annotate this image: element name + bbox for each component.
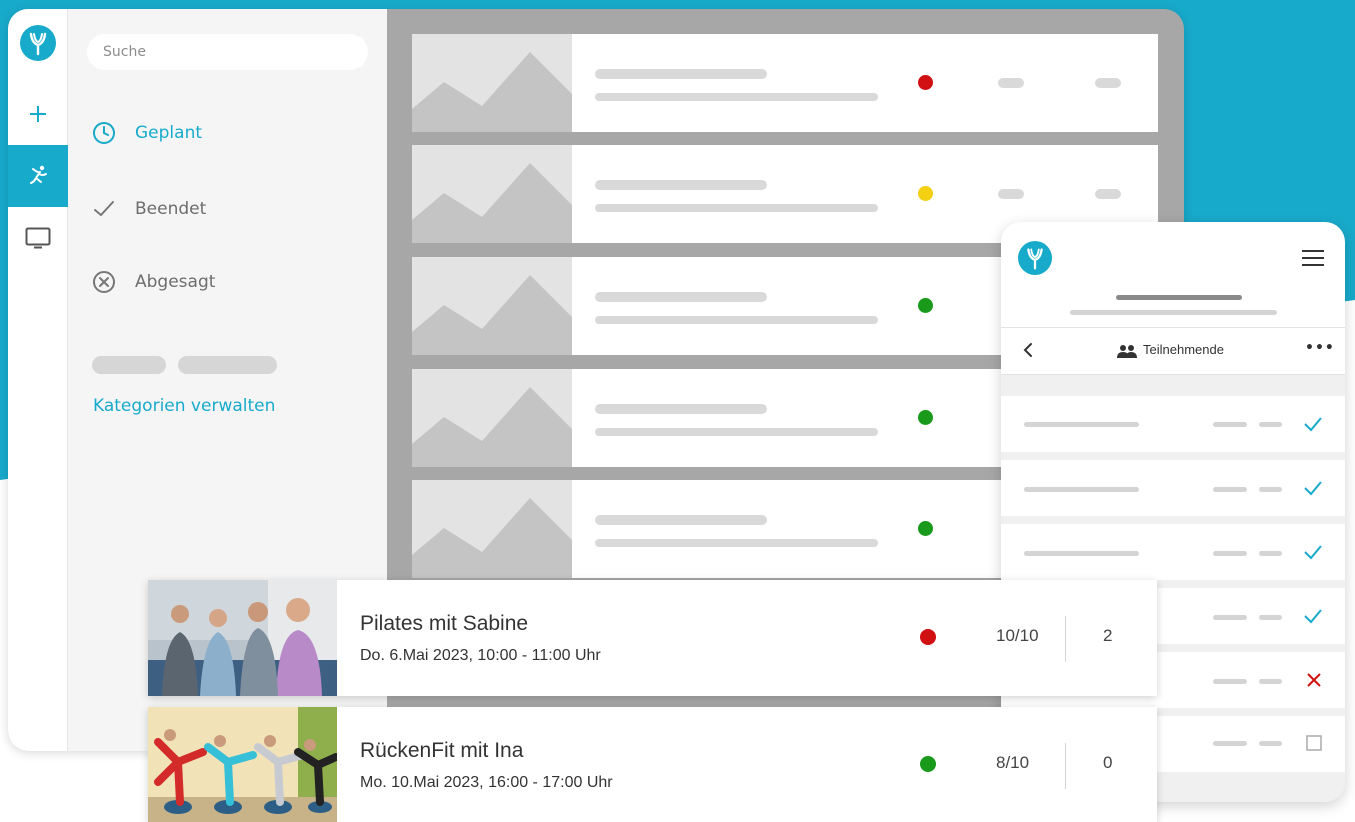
add-button[interactable] (8, 83, 68, 145)
image-placeholder-icon (412, 145, 572, 243)
divider (1065, 743, 1066, 789)
participant-count: 8/10 (996, 753, 1030, 772)
divider (1065, 616, 1066, 662)
nav-item-label: Geplant (135, 123, 203, 143)
status-dot (920, 756, 936, 772)
nav-item-label: Beendet (135, 199, 207, 219)
list-item[interactable] (1001, 396, 1345, 452)
course-card[interactable]: RückenFit mit Ina Mo. 10.Mai 2023, 16:00… (148, 707, 1157, 822)
cross-icon[interactable] (1306, 672, 1322, 688)
check-icon[interactable] (1303, 479, 1323, 497)
check-icon (92, 197, 116, 221)
plus-icon (30, 106, 46, 122)
category-chip[interactable] (92, 356, 166, 374)
status-dot (918, 410, 933, 425)
course-card[interactable]: Pilates mit Sabine Do. 6.Mai 2023, 10:00… (148, 580, 1157, 696)
course-photo (148, 580, 337, 696)
status-dot (918, 75, 933, 90)
status-dot (918, 298, 933, 313)
monitor-icon (25, 227, 51, 249)
category-chip[interactable] (178, 356, 277, 374)
more-icon[interactable]: ••• (1305, 340, 1335, 356)
nav-item-beendet[interactable]: Beendet (92, 194, 206, 224)
course-date: Do. 6.Mai 2023, 10:00 - 11:00 Uhr (360, 647, 601, 664)
check-icon[interactable] (1303, 415, 1323, 433)
image-placeholder-icon (412, 34, 572, 132)
chevron-left-icon[interactable] (1022, 340, 1034, 364)
manage-categories-link[interactable]: Kategorien verwalten (93, 396, 275, 416)
logo-icon[interactable] (1018, 241, 1052, 275)
status-dot (918, 521, 933, 536)
nav-item-abgesagt[interactable]: Abgesagt (92, 267, 215, 297)
image-placeholder-icon (412, 369, 572, 467)
image-placeholder-icon (412, 480, 572, 578)
participant-count: 10/10 (996, 626, 1039, 645)
course-date: Mo. 10.Mai 2023, 16:00 - 17:00 Uhr (360, 774, 613, 791)
hamburger-menu-icon[interactable] (1302, 250, 1324, 266)
participants-toolbar: Teilnehmende ••• (1001, 327, 1345, 375)
waitlist-count: 2 (1103, 626, 1113, 645)
checkbox-icon[interactable] (1306, 735, 1322, 751)
course-photo (148, 707, 337, 822)
list-item[interactable] (412, 34, 1158, 132)
clock-icon (92, 121, 116, 145)
course-title: RückenFit mit Ina (360, 739, 524, 762)
nav-item-geplant[interactable]: Geplant (92, 118, 202, 148)
list-item[interactable] (1001, 460, 1345, 516)
logo-icon[interactable] (20, 25, 56, 61)
nav-item-label: Abgesagt (135, 272, 216, 292)
courses-nav-button[interactable] (8, 145, 68, 207)
activity-icon (30, 165, 47, 184)
search-input[interactable]: Suche (87, 34, 368, 70)
toolbar-title: Teilnehmende (1143, 342, 1224, 357)
people-icon (1117, 343, 1137, 362)
check-icon[interactable] (1303, 607, 1323, 625)
course-title: Pilates mit Sabine (360, 612, 529, 635)
status-dot (920, 629, 936, 645)
display-nav-button[interactable] (8, 207, 68, 269)
cancel-circle-icon (92, 270, 116, 294)
icon-rail (8, 9, 68, 751)
status-dot (918, 186, 933, 201)
image-placeholder-icon (412, 257, 572, 355)
list-item[interactable] (1001, 524, 1345, 580)
waitlist-count: 0 (1103, 753, 1113, 772)
check-icon[interactable] (1303, 543, 1323, 561)
